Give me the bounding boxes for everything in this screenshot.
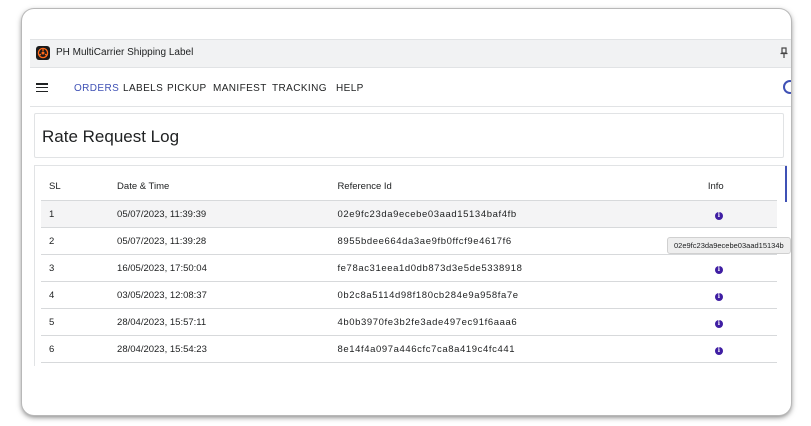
table-row: 6 28/04/2023, 15:54:23 8e14f4a097a446cfc… [41, 335, 777, 363]
pin-icon[interactable] [779, 46, 789, 60]
cell-datetime: 05/07/2023, 11:39:39 [116, 200, 337, 228]
nav-labels[interactable]: LABELS [123, 83, 163, 94]
nav-manifest[interactable]: MANIFEST [213, 83, 267, 94]
table-row: 3 16/05/2023, 17:50:04 fe78ac31eea1d0db8… [41, 254, 777, 282]
cell-datetime: 28/04/2023, 15:54:23 [116, 335, 337, 363]
rate-log-table-card: SL Date & Time Reference Id Info 1 05/07… [34, 165, 787, 366]
title-card: Rate Request Log [34, 113, 784, 158]
cell-reference: fe78ac31eea1d0db873d3e5de5338918 [336, 254, 707, 282]
reference-tooltip: 02e9fc23da9ecebe03aad15134b [667, 237, 791, 254]
cell-sl: 6 [41, 335, 117, 363]
cell-sl: 2 [41, 227, 117, 255]
user-avatar[interactable] [783, 80, 791, 94]
app-logo-icon [36, 46, 50, 60]
scrollbar[interactable] [785, 166, 787, 202]
cell-reference: 02e9fc23da9ecebe03aad15134baf4fb [336, 200, 707, 228]
table-row: 4 03/05/2023, 12:08:37 0b2c8a5114d98f180… [41, 281, 777, 309]
cell-datetime: 05/07/2023, 11:39:28 [116, 227, 337, 255]
info-icon[interactable]: i [714, 346, 723, 355]
rate-log-table: SL Date & Time Reference Id Info 1 05/07… [41, 173, 777, 363]
app-header: PH MultiCarrier Shipping Label [30, 39, 791, 68]
info-icon[interactable]: i [714, 211, 723, 220]
nav-orders[interactable]: ORDERS [74, 83, 119, 94]
cell-info: i [706, 254, 777, 282]
header-info: Info [706, 173, 777, 201]
hamburger-menu-icon[interactable] [36, 83, 48, 93]
cell-reference: 0b2c8a5114d98f180cb284e9a958fa7e [336, 281, 707, 309]
cell-datetime: 16/05/2023, 17:50:04 [116, 254, 337, 282]
table-header-row: SL Date & Time Reference Id Info [41, 173, 777, 201]
top-nav: ORDERS LABELS PICKUP MANIFEST TRACKING H… [30, 68, 791, 107]
cell-sl: 4 [41, 281, 117, 309]
nav-tracking[interactable]: TRACKING [272, 83, 327, 94]
cell-sl: 1 [41, 200, 117, 228]
cell-info: i [706, 335, 777, 363]
table-row: 1 05/07/2023, 11:39:39 02e9fc23da9ecebe0… [41, 200, 777, 228]
cell-datetime: 03/05/2023, 12:08:37 [116, 281, 337, 309]
table-row: 5 28/04/2023, 15:57:11 4b0b3970fe3b2fe3a… [41, 308, 777, 336]
cell-info: i [706, 308, 777, 336]
info-icon[interactable]: i [714, 265, 723, 274]
header-reference: Reference Id [336, 173, 707, 201]
app-window: PH MultiCarrier Shipping Label ORDERS LA… [22, 9, 791, 415]
cell-sl: 3 [41, 254, 117, 282]
cell-reference: 8e14f4a097a446cfc7ca8a419c4fc441 [336, 335, 707, 363]
header-sl: SL [41, 173, 117, 201]
info-icon[interactable]: i [714, 319, 723, 328]
app-title: PH MultiCarrier Shipping Label [56, 47, 194, 58]
header-datetime: Date & Time [116, 173, 337, 201]
cell-info: i [706, 200, 777, 228]
cell-reference: 8955bdee664da3ae9fb0ffcf9e4617f6 [336, 227, 707, 255]
nav-pickup[interactable]: PICKUP [167, 83, 207, 94]
cell-info: i [706, 281, 777, 309]
info-icon[interactable]: i [714, 292, 723, 301]
nav-help[interactable]: HELP [336, 83, 364, 94]
cell-datetime: 28/04/2023, 15:57:11 [116, 308, 337, 336]
cell-reference: 4b0b3970fe3b2fe3ade497ec91f6aaa6 [336, 308, 707, 336]
cell-sl: 5 [41, 308, 117, 336]
page-title: Rate Request Log [42, 127, 180, 146]
